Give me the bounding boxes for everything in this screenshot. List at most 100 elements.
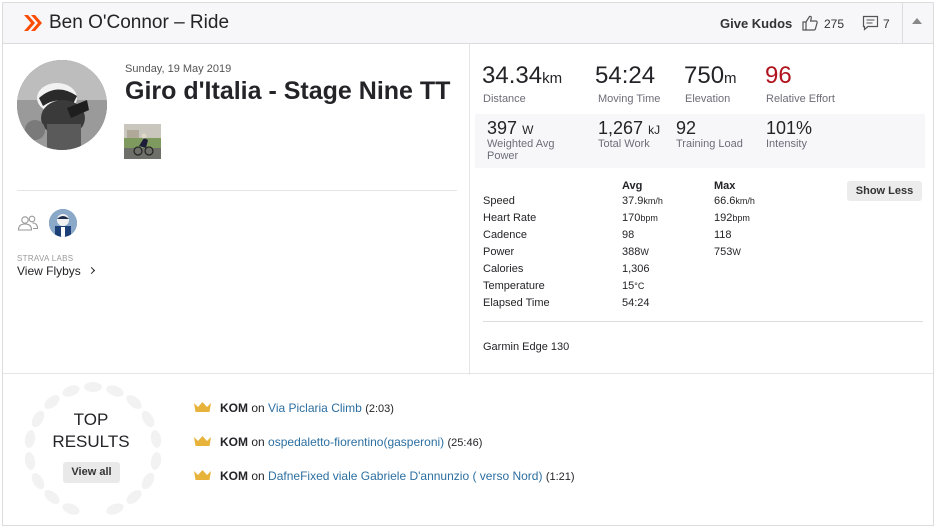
caret-up-icon[interactable] — [912, 18, 922, 24]
device-name: Garmin Edge 130 — [483, 341, 570, 353]
stat-weighted-power-label-line2: Power — [487, 150, 519, 162]
detail-row-label: Elapsed Time — [483, 297, 550, 309]
detail-avg-unit: °C — [634, 281, 645, 291]
chevron-right-icon[interactable] — [87, 266, 96, 275]
page-title: Ben O'Connor – Ride — [49, 12, 230, 33]
stat-weighted-power: 397 W — [487, 118, 533, 139]
segment-link[interactable]: Via Piclaria Climb — [268, 401, 362, 415]
detail-row-label: Cadence — [483, 229, 528, 241]
show-less-button[interactable]: Show Less — [847, 181, 922, 201]
detail-avg-unit: W — [640, 247, 649, 257]
award-label: KOM — [220, 401, 248, 415]
stat-total-work-value: 1,267 — [598, 118, 644, 138]
award-label: KOM — [220, 435, 248, 449]
activity-photo-thumbnail[interactable] — [124, 124, 161, 159]
detail-row-label: Calories — [483, 263, 524, 275]
header-divider — [902, 3, 903, 43]
stat-weighted-power-label-line1: Weighted Avg — [487, 138, 555, 150]
detail-max-value: 753W — [714, 246, 741, 258]
on-label: on — [251, 435, 265, 449]
view-flybys-link[interactable]: View Flybys — [17, 264, 81, 278]
detail-avg-value: 54:24 — [622, 297, 650, 309]
detail-max-value: 118 — [714, 229, 732, 241]
comment-icon[interactable] — [862, 15, 879, 31]
detail-max-value: 192bpm — [714, 212, 750, 224]
segment-link[interactable]: DafneFixed viale Gabriele D'annunzio ( v… — [268, 469, 542, 483]
detail-row-label: Heart Rate — [483, 212, 537, 224]
stat-training-load-value: 92 — [676, 118, 697, 138]
stat-elevation-unit: m — [724, 70, 737, 87]
group-member-avatar[interactable] — [49, 209, 77, 237]
stat-moving-time: 54:24 — [595, 62, 655, 90]
give-kudos-button[interactable]: Give Kudos — [720, 16, 792, 31]
detail-avg-unit: bpm — [640, 213, 658, 223]
segment-time: (1:21) — [545, 471, 575, 483]
stat-relative-effort-value[interactable]: 96 — [765, 62, 792, 89]
activity-card: Ben O'Connor – Ride Give Kudos 275 7 Sun… — [2, 2, 934, 526]
max-column-header: Max — [714, 180, 736, 192]
strava-labs-label: STRAVA LABS — [17, 254, 74, 263]
top-result-item: KOM on DafneFixed viale Gabriele D'annun… — [193, 469, 575, 483]
detail-row-label: Temperature — [483, 280, 545, 292]
left-divider — [17, 190, 457, 191]
crown-icon — [194, 402, 211, 412]
stat-total-work-label: Total Work — [598, 138, 650, 150]
award-label: KOM — [220, 469, 248, 483]
comment-count[interactable]: 7 — [883, 17, 890, 31]
detail-row-label: Power — [483, 246, 515, 258]
detail-avg-number: 15 — [622, 280, 635, 292]
segment-time: (25:46) — [447, 437, 483, 449]
avg-column-header: Avg — [622, 180, 643, 192]
top-result-item: KOM on Via Piclaria Climb (2:03) — [193, 401, 394, 415]
detail-avg-number: 54:24 — [622, 297, 650, 309]
detail-max-number: 66.6 — [714, 195, 736, 207]
kudos-count[interactable]: 275 — [824, 17, 844, 31]
detail-avg-number: 37.9 — [622, 195, 644, 207]
column-divider — [469, 44, 470, 375]
section-divider — [3, 373, 933, 374]
on-label: on — [251, 401, 265, 415]
crown-icon — [194, 436, 211, 446]
detail-max-number: 753 — [714, 246, 733, 258]
group-icon[interactable] — [17, 214, 39, 232]
activity-header: Ben O'Connor – Ride Give Kudos 275 7 — [3, 3, 933, 44]
segment-link[interactable]: ospedaletto-fiorentino(gasperoni) — [268, 435, 444, 449]
top-results-title-line2: RESULTS — [52, 432, 130, 451]
detail-avg-number: 388 — [622, 246, 641, 258]
detail-avg-value: 98 — [622, 229, 634, 241]
detail-max-unit: km/h — [735, 196, 755, 206]
device-divider — [483, 321, 923, 322]
detail-avg-number: 1,306 — [622, 263, 650, 275]
crown-icon — [194, 470, 211, 480]
strava-chevron-icon — [24, 15, 42, 31]
detail-avg-number: 98 — [622, 229, 635, 241]
top-results-title: TOP RESULTS — [41, 409, 141, 453]
stat-total-work: 1,267 kJ — [598, 118, 660, 139]
detail-avg-value: 1,306 — [622, 263, 650, 275]
activity-name: Giro d'Italia - Stage Nine TT — [125, 77, 451, 105]
stat-relative-effort-label[interactable]: Relative Effort — [766, 93, 835, 105]
stat-weighted-power-label: Weighted Avg Power — [487, 138, 554, 162]
detail-avg-value: 37.9km/h — [622, 195, 663, 207]
stat-moving-time-value: 54:24 — [595, 62, 656, 89]
detail-row-label: Speed — [483, 195, 515, 207]
stat-intensity-value: 101% — [766, 118, 813, 138]
stat-distance-label: Distance — [483, 93, 526, 105]
stat-relative-effort[interactable]: 96 — [765, 62, 792, 90]
detail-max-number: 118 — [714, 229, 732, 241]
stat-intensity: 101% — [766, 118, 812, 139]
top-results-title-line1: TOP — [73, 410, 109, 429]
stat-distance: 34.34km — [482, 62, 562, 90]
stat-distance-unit: km — [542, 70, 563, 87]
segment-time: (2:03) — [365, 403, 394, 415]
thumbs-up-icon[interactable] — [801, 14, 819, 32]
stat-elevation: 750m — [684, 62, 737, 90]
athlete-avatar[interactable] — [17, 60, 107, 150]
stat-moving-time-label: Moving Time — [598, 93, 661, 105]
detail-avg-number: 170 — [622, 212, 641, 224]
detail-max-value: 66.6km/h — [714, 195, 755, 207]
detail-max-unit: W — [732, 247, 741, 257]
view-all-results-button[interactable]: View all — [63, 462, 120, 483]
stat-distance-value: 34.34 — [482, 62, 543, 89]
stat-elevation-label: Elevation — [685, 93, 731, 105]
